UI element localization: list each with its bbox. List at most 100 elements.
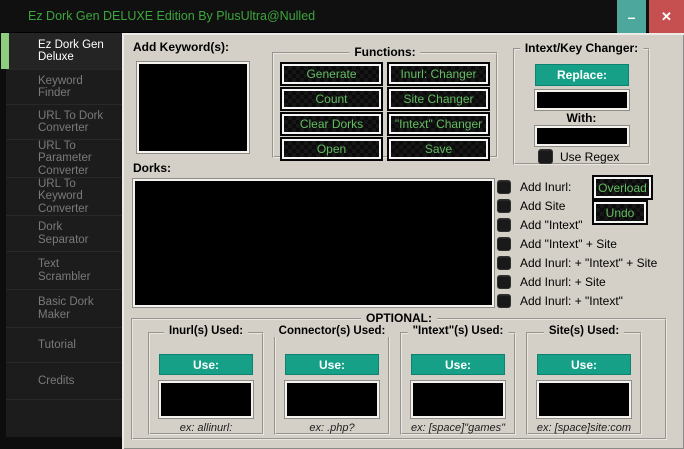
functions-groupbox-label: Functions: [349, 45, 420, 59]
inurls-used-groupbox: Inurl(s) Used: Use: ex: allinurl: [148, 332, 264, 435]
use-regex-label: Use Regex [560, 150, 619, 164]
site-example-text: ex: [space]site:com [528, 422, 640, 434]
sidebar-item-ez-dork-gen-deluxe[interactable]: Ez Dork Gen Deluxe [6, 33, 122, 70]
app-window: Ez Dork Gen DELUXE Edition By PlusUltra@… [0, 0, 684, 449]
use-site-button[interactable]: Use: [537, 354, 631, 375]
intext-key-changer-groupbox: Intext/Key Changer: Replace: With: Use R… [513, 48, 650, 165]
intext-used-input[interactable] [411, 381, 505, 418]
sidebar-item-keyword-finder[interactable]: Keyword Finder [6, 70, 122, 105]
sidebar-item-label: Tutorial [38, 339, 76, 352]
replace-input[interactable] [535, 90, 629, 110]
sidebar-item-label: Dork Separator [38, 221, 112, 246]
with-input[interactable] [535, 126, 629, 146]
with-label: With: [515, 111, 648, 125]
sidebar-item-basic-dork-maker[interactable]: Basic Dork Maker [6, 290, 122, 328]
sites-used-label: Site(s) Used: [544, 325, 624, 337]
add-inurl-intext-checkbox[interactable] [497, 294, 511, 308]
inurl-example-text: ex: allinurl: [150, 422, 262, 434]
clear-dorks-button[interactable]: Clear Dorks [282, 114, 381, 134]
option-row-add-intext: Add "Intext" [497, 218, 583, 232]
intexts-used-groupbox: "Intext"(s) Used: Use: ex: [space]"games… [400, 332, 516, 435]
connector-used-input[interactable] [285, 381, 379, 418]
intext-example-text: ex: [space]"games" [402, 422, 514, 434]
add-inurl-site-checkbox[interactable] [497, 275, 511, 289]
sidebar-item-dork-separator[interactable]: Dork Separator [6, 216, 122, 252]
intexts-used-label: "Intext"(s) Used: [408, 325, 509, 337]
add-intext-checkbox[interactable] [497, 218, 511, 232]
use-regex-row: Use Regex [538, 149, 619, 164]
option-label: Add "Intext" [520, 218, 583, 232]
sidebar-item-label: Text Scrambler [38, 258, 112, 283]
main-panel: Add Keyword(s): Functions: Generate Inur… [122, 33, 684, 449]
sidebar-item-label: Basic Dork Maker [38, 296, 112, 321]
dorks-textarea[interactable] [133, 179, 494, 307]
add-inurl-intext-site-checkbox[interactable] [497, 256, 511, 270]
connectors-used-groupbox: Connector(s) Used: Use: ex: .php? [274, 332, 390, 435]
add-site-checkbox[interactable] [497, 199, 511, 213]
count-button[interactable]: Count [282, 89, 381, 109]
close-button[interactable]: ✕ [649, 0, 684, 33]
minimize-button[interactable]: – [617, 0, 646, 33]
undo-button[interactable]: Undo [594, 202, 646, 223]
sidebar-item-label: URL To Keyword Converter [38, 178, 112, 216]
save-button[interactable]: Save [389, 139, 488, 159]
option-label: Add Inurl: + "Intext" [520, 294, 623, 308]
use-connector-button[interactable]: Use: [285, 354, 379, 375]
option-row-add-intext-site: Add "Intext" + Site [497, 237, 617, 251]
use-regex-checkbox[interactable] [538, 149, 553, 164]
use-intext-button[interactable]: Use: [411, 354, 505, 375]
open-button[interactable]: Open [282, 139, 381, 159]
sidebar-item-url-to-keyword-converter[interactable]: URL To Keyword Converter [6, 178, 122, 216]
connector-example-text: ex: .php? [276, 422, 388, 434]
sidebar-item-credits[interactable]: Credits [6, 363, 122, 400]
use-inurl-button[interactable]: Use: [159, 354, 253, 375]
sidebar-filler [6, 400, 122, 437]
replace-button[interactable]: Replace: [535, 64, 629, 86]
connectors-used-label: Connector(s) Used: [274, 325, 391, 337]
sidebar-item-tutorial[interactable]: Tutorial [6, 328, 122, 363]
add-keywords-textarea[interactable] [137, 62, 249, 153]
option-row-add-inurl-site: Add Inurl: + Site [497, 275, 606, 289]
functions-button-grid: Generate Inurl: Changer Count Site Chang… [282, 64, 488, 159]
close-icon: ✕ [661, 9, 672, 25]
option-label: Add Site [520, 199, 565, 213]
title-bar: Ez Dork Gen DELUXE Edition By PlusUltra@… [0, 0, 684, 33]
inurl-changer-button[interactable]: Inurl: Changer [389, 64, 488, 84]
option-label: Add Inurl: + Site [520, 275, 606, 289]
option-label: Add Inurl: [520, 180, 571, 194]
optional-groupbox: OPTIONAL: Inurl(s) Used: Use: ex: allinu… [131, 318, 667, 440]
sidebar-item-label: Ez Dork Gen Deluxe [38, 39, 112, 64]
sidebar-item-label: URL To Parameter Converter [38, 140, 112, 178]
option-label: Add Inurl: + "Intext" + Site [520, 256, 657, 270]
sidebar-item-url-to-dork-converter[interactable]: URL To Dork Converter [6, 105, 122, 140]
sidebar: Ez Dork Gen Deluxe Keyword Finder URL To… [0, 33, 122, 449]
sidebar-item-text-scrambler[interactable]: Text Scrambler [6, 252, 122, 290]
overload-button[interactable]: Overload [594, 177, 651, 198]
inurls-used-label: Inurl(s) Used: [164, 325, 248, 337]
sidebar-item-label: URL To Dork Converter [38, 110, 112, 135]
sidebar-item-url-to-parameter-converter[interactable]: URL To Parameter Converter [6, 140, 122, 178]
optional-groupbox-label: OPTIONAL: [361, 311, 437, 325]
sidebar-item-label: Keyword Finder [38, 75, 112, 100]
option-row-add-site: Add Site [497, 199, 565, 213]
option-label: Add "Intext" + Site [520, 237, 617, 251]
option-row-add-inurl: Add Inurl: [497, 180, 571, 194]
functions-groupbox: Functions: Generate Inurl: Changer Count… [272, 52, 498, 158]
add-keywords-label: Add Keyword(s): [133, 40, 229, 54]
add-intext-site-checkbox[interactable] [497, 237, 511, 251]
dorks-label: Dorks: [133, 161, 171, 175]
window-title: Ez Dork Gen DELUXE Edition By PlusUltra@… [28, 0, 315, 33]
site-used-input[interactable] [537, 381, 631, 418]
intext-changer-button[interactable]: "Intext" Changer [389, 114, 488, 134]
generate-button[interactable]: Generate [282, 64, 381, 84]
minimize-icon: – [628, 9, 636, 25]
active-tab-indicator [1, 33, 9, 69]
option-row-add-inurl-intext-site: Add Inurl: + "Intext" + Site [497, 256, 657, 270]
option-row-add-inurl-intext: Add Inurl: + "Intext" [497, 294, 623, 308]
sites-used-groupbox: Site(s) Used: Use: ex: [space]site:com [526, 332, 642, 435]
add-inurl-checkbox[interactable] [497, 180, 511, 194]
intext-key-changer-label: Intext/Key Changer: [520, 41, 643, 55]
sidebar-item-label: Credits [38, 375, 74, 388]
inurl-used-input[interactable] [159, 381, 253, 418]
site-changer-button[interactable]: Site Changer [389, 89, 488, 109]
